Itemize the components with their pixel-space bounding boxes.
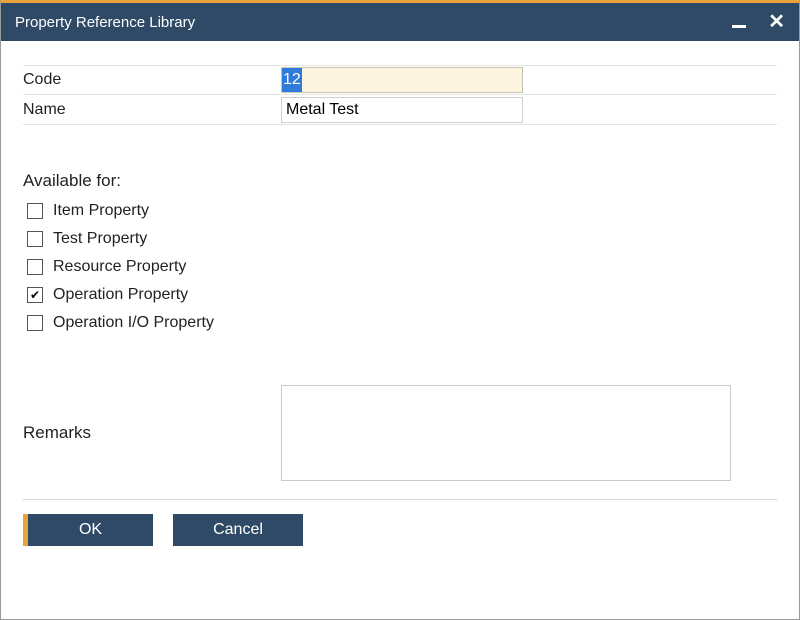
checkbox-row-item-property[interactable]: Item Property — [23, 197, 777, 225]
name-row: Name — [23, 95, 777, 125]
name-label: Name — [23, 101, 281, 119]
checkbox-item-property[interactable] — [27, 203, 43, 219]
checkbox-operation-property[interactable] — [27, 287, 43, 303]
checkbox-row-operation-property[interactable]: Operation Property — [23, 281, 777, 309]
minimize-icon[interactable] — [732, 25, 746, 28]
code-input-value: 12 — [282, 68, 302, 92]
checkbox-label-resource-property: Resource Property — [53, 258, 186, 276]
checkbox-row-test-property[interactable]: Test Property — [23, 225, 777, 253]
remarks-row: Remarks — [23, 385, 777, 481]
name-input[interactable] — [281, 97, 523, 123]
checkbox-row-operation-io-property[interactable]: Operation I/O Property — [23, 309, 777, 337]
checkbox-label-item-property: Item Property — [53, 202, 149, 220]
checkbox-label-operation-property: Operation Property — [53, 286, 188, 304]
dialog-content: Code 12 Name Available for: Item Propert… — [1, 41, 799, 619]
checkbox-row-resource-property[interactable]: Resource Property — [23, 253, 777, 281]
titlebar[interactable]: Property Reference Library ✕ — [1, 3, 799, 41]
close-icon[interactable]: ✕ — [768, 12, 785, 32]
available-for-heading: Available for: — [23, 171, 777, 191]
checkbox-test-property[interactable] — [27, 231, 43, 247]
remarks-textarea[interactable] — [281, 385, 731, 481]
checkbox-resource-property[interactable] — [27, 259, 43, 275]
remarks-label: Remarks — [23, 423, 281, 443]
checkbox-label-operation-io-property: Operation I/O Property — [53, 314, 214, 332]
code-label: Code — [23, 71, 281, 89]
window-controls: ✕ — [732, 12, 785, 32]
checkbox-operation-io-property[interactable] — [27, 315, 43, 331]
code-input[interactable]: 12 — [281, 67, 523, 93]
button-bar: OK Cancel — [23, 499, 777, 546]
cancel-button[interactable]: Cancel — [173, 514, 303, 546]
code-row: Code 12 — [23, 65, 777, 95]
window-title: Property Reference Library — [15, 14, 195, 31]
ok-button[interactable]: OK — [23, 514, 153, 546]
checkbox-label-test-property: Test Property — [53, 230, 147, 248]
dialog-window: Property Reference Library ✕ Code 12 Nam… — [0, 0, 800, 620]
